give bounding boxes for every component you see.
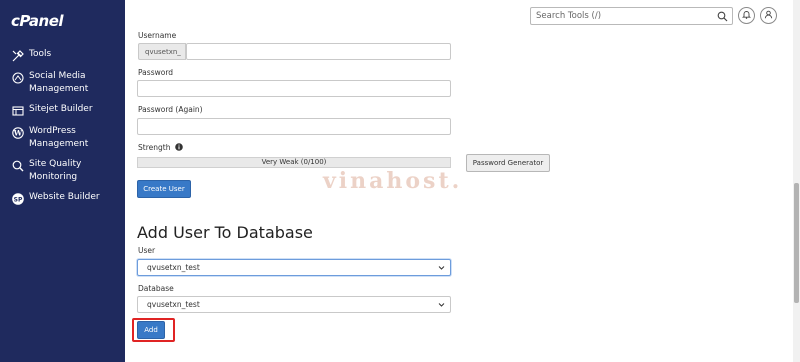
chevron-down-icon	[438, 301, 445, 308]
username-prefix: qvusetxn_	[138, 43, 186, 60]
sidebar-item-label: Site Quality Monitoring	[29, 159, 82, 182]
username-label: Username	[138, 31, 177, 40]
sidebar-item-label: Website Builder	[29, 192, 100, 202]
user-select-value: qvusetxn_test	[147, 263, 200, 272]
sidebar-item-label: WordPress Management	[29, 126, 89, 149]
sidebar-item-label: Sitejet Builder	[29, 104, 93, 114]
password-label: Password	[138, 68, 174, 77]
site-quality-icon	[11, 159, 24, 172]
password-strength-meter: Very Weak (0/100)	[137, 157, 451, 168]
password-input[interactable]	[137, 80, 451, 97]
user-select[interactable]: qvusetxn_test	[137, 259, 451, 276]
sidebar-item-wordpress[interactable]: W WordPress Management	[0, 125, 125, 150]
user-icon	[764, 10, 773, 21]
scrollbar-thumb[interactable]	[794, 183, 799, 303]
website-builder-icon: SP	[11, 192, 24, 205]
search-input[interactable]	[531, 8, 711, 24]
sidebar-item-label: Social Media Management	[29, 71, 89, 94]
database-select[interactable]: qvusetxn_test	[137, 296, 451, 313]
tools-icon	[11, 49, 24, 62]
username-input[interactable]	[186, 43, 451, 60]
info-icon[interactable]	[175, 143, 183, 153]
sidebar: cPanel Tools Social Media Management Sit…	[0, 0, 125, 362]
user-select-label: User	[138, 246, 156, 255]
create-user-button[interactable]: Create User	[137, 180, 191, 198]
bell-icon	[742, 10, 751, 21]
user-menu-button[interactable]	[760, 7, 777, 24]
sitejet-icon	[11, 104, 24, 117]
database-select-value: qvusetxn_test	[147, 300, 200, 309]
search-icon[interactable]	[717, 11, 728, 22]
sidebar-item-social-media[interactable]: Social Media Management	[0, 70, 125, 95]
cpanel-logo[interactable]: cPanel	[11, 12, 64, 30]
social-media-icon	[11, 71, 24, 84]
page-scrollbar[interactable]	[793, 0, 800, 362]
sidebar-item-sitejet[interactable]: Sitejet Builder	[0, 103, 125, 117]
topbar	[125, 0, 793, 32]
notifications-button[interactable]	[738, 7, 755, 24]
sidebar-nav: Tools Social Media Management Sitejet Bu…	[0, 48, 125, 213]
svg-text:SP: SP	[13, 196, 22, 203]
add-button-highlight	[132, 318, 175, 342]
wordpress-icon: W	[11, 126, 24, 139]
password-again-input[interactable]	[137, 118, 451, 135]
strength-label-row: Strength	[138, 143, 183, 153]
sidebar-item-label: Tools	[29, 49, 52, 59]
password-again-label: Password (Again)	[138, 105, 203, 114]
sidebar-item-site-quality[interactable]: Site Quality Monitoring	[0, 158, 125, 183]
section-title: Add User To Database	[137, 223, 313, 242]
strength-label: Strength	[138, 143, 171, 152]
sidebar-item-tools[interactable]: Tools	[0, 48, 125, 62]
sidebar-item-website-builder[interactable]: SP Website Builder	[0, 191, 125, 205]
password-generator-button[interactable]: Password Generator	[466, 154, 550, 172]
search-box	[530, 7, 733, 25]
chevron-down-icon	[438, 264, 445, 271]
svg-text:W: W	[12, 128, 22, 137]
database-select-label: Database	[138, 284, 174, 293]
vinahost-watermark: vinahost.	[323, 168, 463, 194]
